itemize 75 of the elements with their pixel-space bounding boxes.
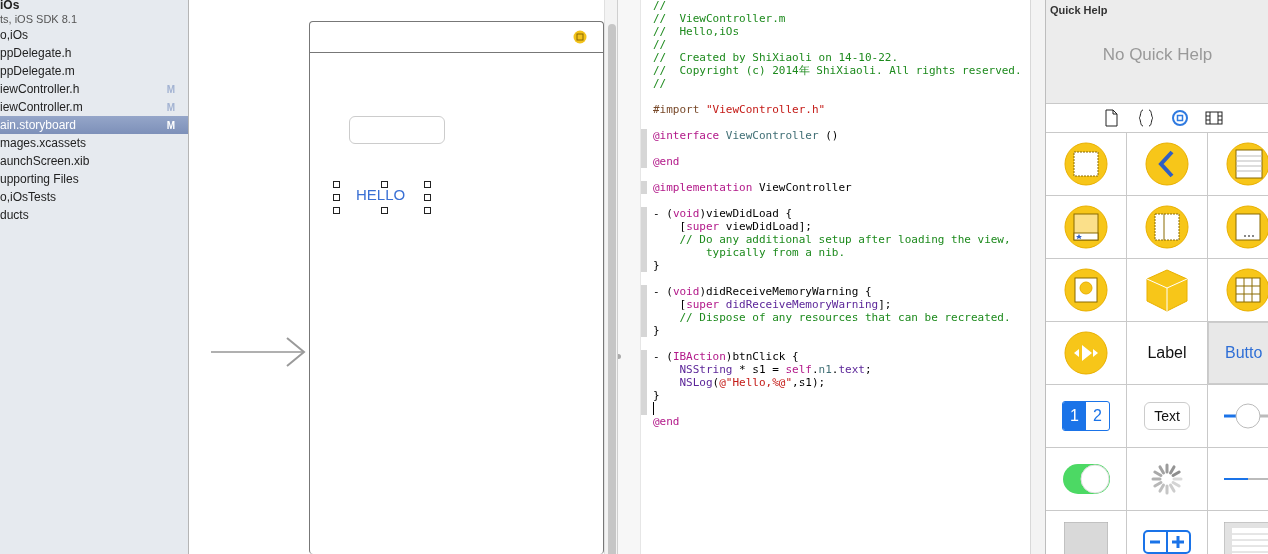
code-line: }: [653, 324, 660, 337]
segmented-control-item[interactable]: 1 2: [1062, 401, 1110, 431]
project-title[interactable]: iOs: [0, 0, 188, 12]
hello-label[interactable]: HELLO: [356, 186, 406, 203]
code-line: NSLog(@"Hello,%@",s1);: [678, 376, 826, 389]
file-item[interactable]: ppDelegate.h: [0, 44, 188, 62]
resize-handle[interactable]: [381, 181, 388, 188]
empty-message: No Quick Help: [1102, 45, 1213, 65]
code-line: // Created by ShiXiaoli on 14-10-22.: [653, 51, 899, 64]
file-item[interactable]: o,iOs: [0, 26, 188, 44]
code-line: }: [653, 389, 660, 402]
panel-title: Quick Help: [1049, 4, 1108, 16]
grid-icon[interactable]: [1224, 266, 1268, 314]
file-icon[interactable]: [1102, 109, 1121, 127]
entry-arrow-icon: [211, 337, 307, 367]
view-controller-icon: [573, 30, 587, 44]
scrollbar-thumb[interactable]: [608, 24, 616, 554]
code-line: // Hello,iOs: [653, 25, 740, 38]
resize-handle[interactable]: [381, 207, 388, 214]
spinner-icon[interactable]: [1151, 463, 1183, 495]
table-controller-icon[interactable]: [1224, 140, 1268, 188]
code-line: @interface ViewController (): [653, 129, 839, 142]
code-line: //: [653, 77, 667, 90]
code-line: [super didReceiveMemoryWarning];: [678, 298, 892, 311]
file-item[interactable]: aunchScreen.xib: [0, 152, 188, 170]
code-line: // Copyright (c) 2014年 ShiXiaoli. All rights reserved.: [653, 64, 1022, 77]
code-line: // Dispose of any resources that can be recreated.: [678, 311, 1011, 324]
code-line: NSString * s1 = self.n1.text;: [678, 363, 872, 376]
code-line: @end: [653, 155, 680, 168]
slider-icon[interactable]: [1224, 400, 1268, 432]
film-icon[interactable]: [1204, 109, 1223, 127]
resize-handle[interactable]: [333, 207, 340, 214]
file-item[interactable]: ducts: [0, 206, 188, 224]
tab-bar-controller-icon[interactable]: [1062, 203, 1110, 251]
code-line: //: [653, 38, 667, 51]
project-subtitle: ts, iOS SDK 8.1: [0, 12, 79, 26]
file-item[interactable]: mages.xcassets: [0, 134, 188, 152]
scene-frame[interactable]: HELLO: [309, 21, 604, 554]
code-line: }: [653, 259, 660, 272]
collection-controller-icon[interactable]: [1224, 203, 1268, 251]
code-line: // ViewController.m: [653, 12, 786, 25]
code-line: //: [653, 0, 667, 12]
playback-controls-icon[interactable]: [1062, 329, 1110, 377]
resize-handle[interactable]: [424, 207, 431, 214]
file-item[interactable]: upporting Files: [0, 170, 188, 188]
code-line: [super viewDidLoad];: [678, 220, 812, 233]
split-view-icon[interactable]: [1143, 203, 1191, 251]
text-field-item[interactable]: Text: [1144, 402, 1190, 430]
file-item[interactable]: o,iOsTests: [0, 188, 188, 206]
resize-handle[interactable]: [333, 181, 340, 188]
button-item[interactable]: Butto: [1208, 322, 1268, 384]
media-controller-icon[interactable]: [1062, 266, 1110, 314]
code-line: - (void)didReceiveMemoryWarning {: [653, 285, 872, 298]
resize-handle[interactable]: [424, 181, 431, 188]
code-line: - (IBAction)btnClick {: [653, 350, 799, 363]
code-line: @end: [653, 415, 680, 428]
code-line: // Do any additional setup after loading the view,: [678, 233, 1011, 246]
stepper-icon[interactable]: [1143, 530, 1191, 554]
resize-handle[interactable]: [424, 194, 431, 201]
file-item[interactable]: iewController.h M: [0, 80, 188, 98]
label-item[interactable]: Label: [1147, 344, 1187, 362]
code-line: #import "ViewController.h": [653, 103, 826, 116]
switch-icon[interactable]: [1061, 463, 1111, 495]
text-field[interactable]: [349, 116, 445, 144]
code-line: typically from a nib.: [704, 246, 846, 259]
resize-handle[interactable]: [333, 194, 340, 201]
file-item[interactable]: ppDelegate.m: [0, 62, 188, 80]
code-line: @implementation ViewController: [653, 181, 852, 194]
progress-bar-icon[interactable]: [1224, 477, 1268, 481]
view-controller-icon[interactable]: [1062, 140, 1110, 188]
file-item[interactable]: iewController.m M: [0, 98, 188, 116]
circle-object-icon[interactable]: [1170, 109, 1189, 127]
braces-icon[interactable]: [1136, 109, 1155, 127]
chevron-icon[interactable]: [1143, 140, 1191, 188]
code-line: - (void)viewDidLoad {: [653, 207, 793, 220]
